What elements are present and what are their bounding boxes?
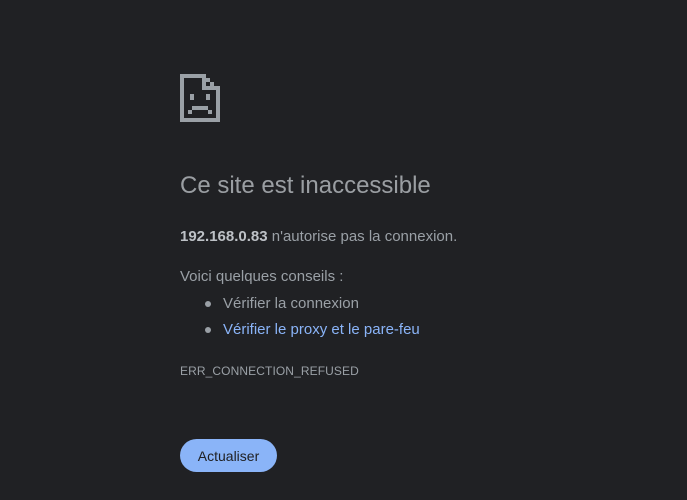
host-address: 192.168.0.83 bbox=[180, 228, 268, 245]
suggestions-list: Vérifier la connexion Vérifier le proxy … bbox=[180, 293, 420, 345]
host-message: 192.168.0.83 n'autorise pas la connexion… bbox=[180, 228, 457, 245]
bullet-icon bbox=[205, 327, 211, 333]
suggestions-heading: Voici quelques conseils : bbox=[180, 268, 344, 285]
error-code: ERR_CONNECTION_REFUSED bbox=[180, 364, 359, 378]
page-title: Ce site est inaccessible bbox=[180, 172, 431, 200]
suggestion-label: Vérifier la connexion bbox=[223, 295, 359, 312]
suggestion-check-proxy-firewall[interactable]: Vérifier le proxy et le pare-feu bbox=[180, 319, 420, 345]
host-message-text: n'autorise pas la connexion. bbox=[267, 228, 458, 245]
sad-file-icon bbox=[180, 74, 220, 122]
bullet-icon bbox=[205, 301, 211, 307]
suggestion-check-connection: Vérifier la connexion bbox=[180, 293, 420, 319]
page-title-text: Ce site est inaccessible bbox=[180, 172, 431, 199]
check-proxy-firewall-link[interactable]: Vérifier le proxy et le pare-feu bbox=[223, 321, 420, 338]
reload-button[interactable]: Actualiser bbox=[180, 439, 277, 472]
